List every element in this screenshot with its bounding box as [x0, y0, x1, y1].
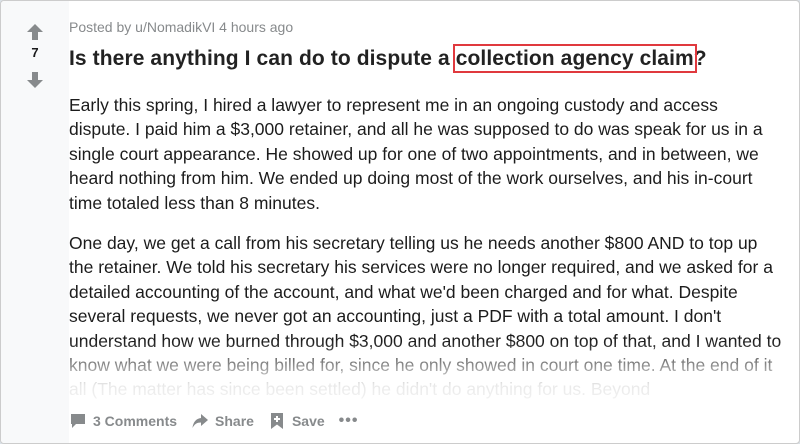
comment-bubble-icon [71, 414, 85, 428]
post-title-start: Is there anything I can do to dispute a [69, 47, 456, 70]
bookmark-plus-icon [270, 413, 283, 429]
share-arrow-icon [192, 414, 209, 428]
share-label: Share [215, 413, 254, 429]
post-meta[interactable]: Posted by u/NomadikVI 4 hours ago [69, 19, 293, 35]
vote-column: 7 [1, 1, 69, 443]
upvote-arrow-icon [27, 24, 43, 40]
save-button[interactable]: Save [268, 412, 325, 430]
highlighted-phrase: collection agency claim [452, 44, 697, 73]
downvote-button[interactable] [26, 71, 44, 89]
post-actions-bar: 3 Comments Share Save ••• [69, 407, 358, 435]
post-paragraph: Early this spring, I hired a lawyer to r… [69, 95, 763, 213]
comments-button[interactable]: 3 Comments [69, 412, 177, 430]
post-title-end: ? [693, 47, 707, 70]
downvote-arrow-icon [27, 72, 43, 88]
more-options-button[interactable]: ••• [339, 412, 359, 430]
post-meta-text[interactable]: Posted by u/NomadikVI 4 hours ago [69, 19, 293, 35]
more-options-icon: ••• [338, 412, 359, 429]
save-label: Save [291, 413, 325, 429]
post-card[interactable]: 7 Posted by u/NomadikVI 4 hours ago Is t… [0, 0, 800, 444]
vote-score: 7 [31, 45, 39, 60]
share-button[interactable]: Share [191, 412, 254, 430]
comments-label: 3 Comments [93, 413, 178, 429]
post-content: Posted by u/NomadikVI 4 hours ago Is the… [69, 1, 799, 443]
post-title[interactable]: Is there anything I can do to dispute a … [69, 44, 707, 73]
upvote-button[interactable] [26, 23, 44, 41]
